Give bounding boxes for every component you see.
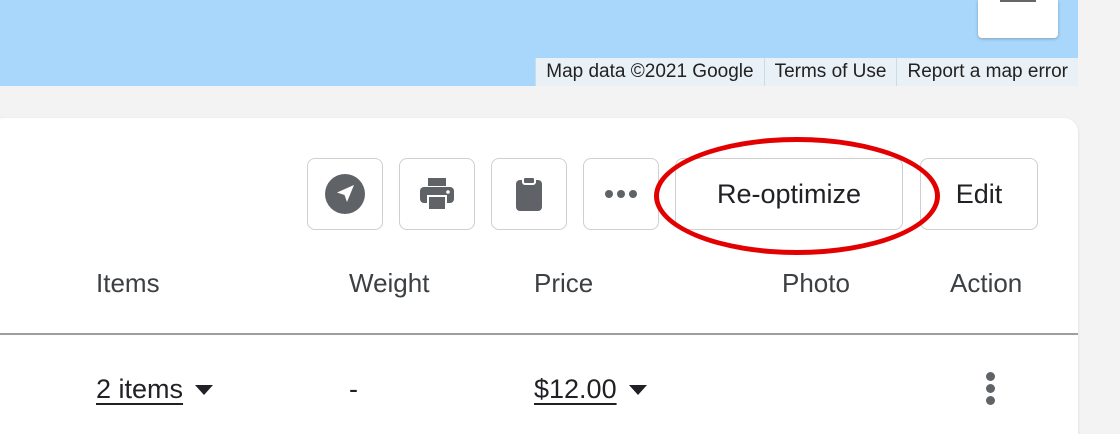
- map-control-icon: [1000, 0, 1036, 2]
- map-fullscreen-control[interactable]: [978, 0, 1058, 38]
- column-header-photo: Photo: [782, 268, 850, 298]
- print-button[interactable]: [399, 158, 475, 230]
- items-count-link[interactable]: 2 items: [96, 374, 183, 405]
- column-header-action: Action: [950, 268, 1023, 298]
- caret-down-icon[interactable]: [195, 384, 214, 395]
- terms-of-use-link[interactable]: Terms of Use: [763, 58, 897, 86]
- reoptimize-button[interactable]: Re-optimize: [675, 158, 903, 230]
- caret-down-icon[interactable]: [628, 384, 647, 395]
- weight-value: -: [349, 374, 358, 404]
- printer-icon: [420, 178, 454, 211]
- column-header-items[interactable]: Items: [96, 268, 160, 299]
- navigate-button[interactable]: [307, 158, 383, 230]
- column-header-price[interactable]: Price: [534, 268, 593, 299]
- more-options-button[interactable]: [583, 158, 659, 230]
- price-link[interactable]: $12.00: [534, 374, 617, 405]
- edit-button[interactable]: Edit: [920, 158, 1038, 230]
- table-header-divider: [0, 333, 1078, 335]
- row-action-menu-button[interactable]: [980, 372, 1002, 406]
- report-map-error-link[interactable]: Report a map error: [896, 58, 1078, 86]
- items-dropdown[interactable]: 2 items: [96, 374, 214, 405]
- map-view[interactable]: Map data ©2021 Google Terms of Use Repor…: [0, 0, 1078, 86]
- copy-to-clipboard-button[interactable]: [491, 158, 567, 230]
- more-horizontal-icon: [605, 190, 637, 198]
- column-header-weight[interactable]: Weight: [349, 268, 429, 299]
- price-dropdown[interactable]: $12.00: [534, 374, 647, 405]
- clipboard-icon: [516, 176, 542, 211]
- map-data-attribution: Map data ©2021 Google: [535, 58, 764, 86]
- navigation-compass-icon: [325, 174, 365, 214]
- map-attribution-bar: Map data ©2021 Google Terms of Use Repor…: [535, 58, 1078, 86]
